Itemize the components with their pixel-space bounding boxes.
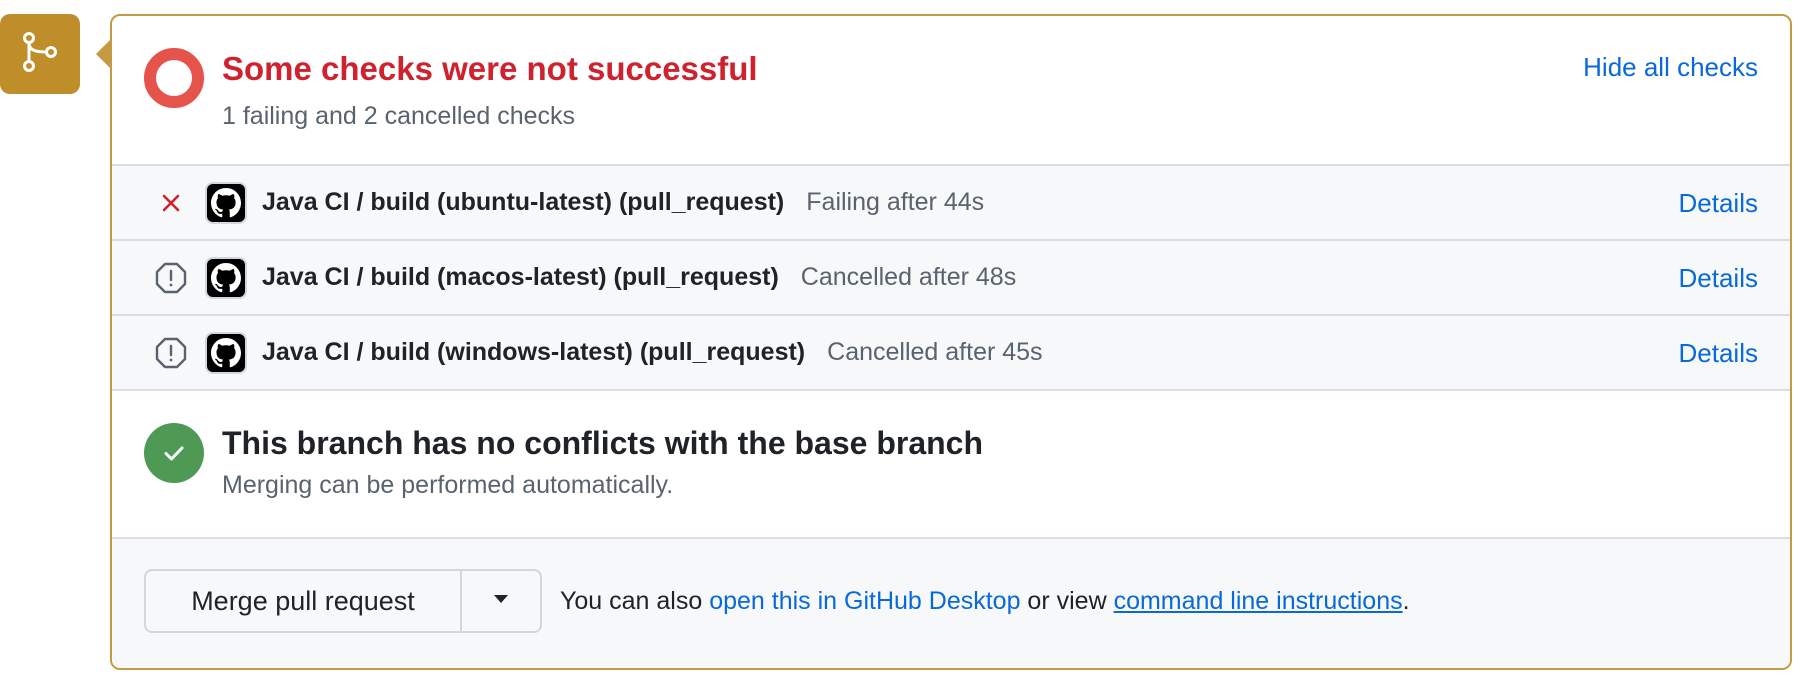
checks-failed-icon — [144, 48, 204, 108]
check-status: Cancelled after 45s — [827, 338, 1043, 366]
merge-button-group: Merge pull request — [144, 569, 542, 633]
check-circle-icon — [144, 423, 204, 483]
check-name: Java CI / build (macos-latest) (pull_req… — [262, 263, 1016, 292]
merge-badge — [0, 14, 80, 94]
open-in-desktop-link[interactable]: open this in GitHub Desktop — [709, 587, 1020, 615]
merge-pull-request-button[interactable]: Merge pull request — [146, 571, 462, 631]
checks-title: Some checks were not successful — [222, 50, 758, 87]
help-text-prefix: You can also — [560, 587, 710, 615]
merge-panel: Some checks were not successful 1 failin… — [110, 14, 1792, 670]
check-name-text: Java CI / build (windows-latest) (pull_r… — [262, 338, 806, 366]
details-link[interactable]: Details — [1679, 263, 1758, 294]
check-name: Java CI / build (windows-latest) (pull_r… — [262, 338, 1043, 367]
help-text-suffix: . — [1402, 587, 1410, 615]
hide-all-checks-link[interactable]: Hide all checks — [1583, 52, 1758, 83]
x-icon — [154, 186, 188, 220]
stop-icon — [154, 261, 188, 295]
stop-icon — [154, 336, 188, 370]
help-text-middle: or view — [1020, 587, 1114, 615]
merge-help-text: You can also open this in GitHub Desktop… — [560, 587, 1410, 616]
panel-caret — [96, 40, 110, 68]
github-actions-avatar[interactable] — [205, 182, 247, 224]
check-name-text: Java CI / build (macos-latest) (pull_req… — [262, 263, 779, 291]
check-status: Cancelled after 48s — [800, 263, 1017, 291]
merge-status: This branch has no conflicts with the ba… — [112, 391, 1790, 539]
details-link[interactable]: Details — [1679, 338, 1758, 369]
check-row: Java CI / build (windows-latest) (pull_r… — [112, 316, 1790, 391]
details-link[interactable]: Details — [1679, 188, 1758, 219]
merge-status-subtitle: Merging can be performed automatically. — [222, 471, 674, 499]
merge-method-dropdown[interactable] — [462, 571, 540, 631]
check-name-text: Java CI / build (ubuntu-latest) (pull_re… — [262, 188, 785, 216]
github-actions-avatar[interactable] — [205, 257, 247, 299]
check-row: Java CI / build (ubuntu-latest) (pull_re… — [112, 166, 1790, 241]
check-name: Java CI / build (ubuntu-latest) (pull_re… — [262, 188, 984, 217]
merge-status-title: This branch has no conflicts with the ba… — [222, 425, 984, 461]
merge-footer: Merge pull request You can also open thi… — [112, 539, 1790, 668]
checks-subtitle: 1 failing and 2 cancelled checks — [222, 102, 576, 130]
check-row: Java CI / build (macos-latest) (pull_req… — [112, 241, 1790, 316]
github-actions-avatar[interactable] — [205, 332, 247, 374]
triangle-down-icon — [492, 592, 510, 610]
check-status: Failing after 44s — [806, 188, 985, 216]
command-line-instructions-link[interactable]: command line instructions — [1114, 587, 1403, 615]
checks-summary: Some checks were not successful 1 failin… — [112, 16, 1790, 166]
git-merge-icon — [18, 30, 62, 79]
merge-box: Some checks were not successful 1 failin… — [0, 0, 1808, 686]
